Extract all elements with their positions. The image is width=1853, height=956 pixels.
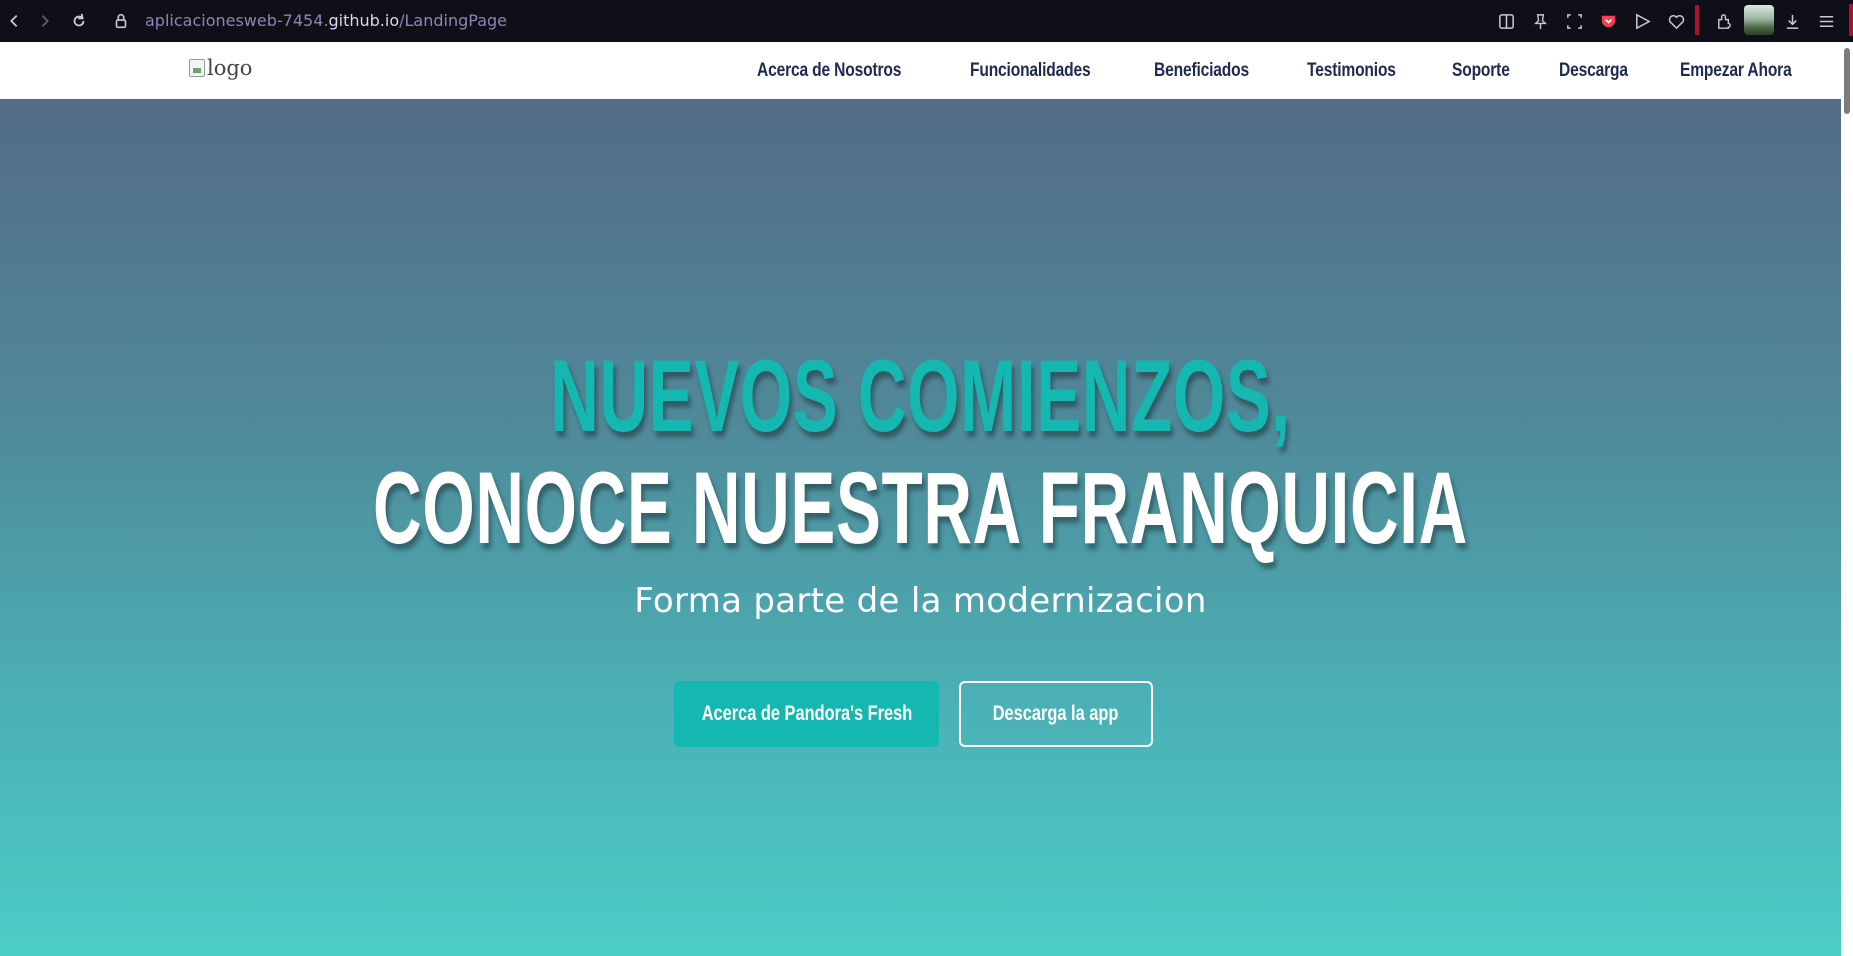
forward-icon[interactable] xyxy=(34,10,56,32)
logo[interactable]: logo xyxy=(189,56,252,80)
hero-section: NUEVOS COMIENZOS, CONOCE NUESTRA FRANQUI… xyxy=(0,99,1841,956)
page-viewport: logo Acerca de Nosotros Funcionalidades … xyxy=(0,42,1841,956)
split-view-icon[interactable] xyxy=(1494,9,1518,33)
address-bar[interactable]: aplicacionesweb-7454.github.io/LandingPa… xyxy=(145,10,507,32)
menu-icon[interactable] xyxy=(1814,9,1838,33)
nav-link-empezar[interactable]: Empezar Ahora xyxy=(1680,60,1792,82)
screenshot-icon[interactable] xyxy=(1562,9,1586,33)
nav-link-acerca[interactable]: Acerca de Nosotros xyxy=(757,60,901,82)
nav-link-testimonios[interactable]: Testimonios xyxy=(1307,60,1396,82)
page-scrollbar[interactable] xyxy=(1841,42,1853,956)
url-path: /LandingPage xyxy=(399,11,507,30)
nav-link-funcionalidades[interactable]: Funcionalidades xyxy=(970,60,1091,82)
url-prefix: aplicacionesweb-7454. xyxy=(145,11,329,30)
about-button-label: Acerca de Pandora's Fresh xyxy=(701,702,912,725)
download-app-button-label: Descarga la app xyxy=(993,702,1119,725)
scrollbar-thumb[interactable] xyxy=(1844,48,1850,114)
site-header: logo Acerca de Nosotros Funcionalidades … xyxy=(0,42,1841,99)
pocket-icon[interactable] xyxy=(1596,9,1620,33)
main-nav: Acerca de Nosotros Funcionalidades Benef… xyxy=(757,42,1841,99)
url-host: github.io xyxy=(328,11,400,30)
hero-title-line1: NUEVOS COMIENZOS, xyxy=(550,339,1291,453)
about-button[interactable]: Acerca de Pandora's Fresh xyxy=(674,681,939,747)
profile-avatar[interactable] xyxy=(1744,5,1774,35)
pin-icon[interactable] xyxy=(1528,9,1552,33)
toolbar-edge-accent xyxy=(1849,4,1853,36)
hero-title-line2: CONOCE NUESTRA FRANQUICIA xyxy=(373,451,1468,565)
lock-icon[interactable] xyxy=(110,10,132,32)
download-app-button[interactable]: Descarga la app xyxy=(959,681,1153,747)
nav-link-descarga[interactable]: Descarga xyxy=(1559,60,1628,82)
browser-toolbar: aplicacionesweb-7454.github.io/LandingPa… xyxy=(0,0,1853,42)
broken-image-icon xyxy=(189,59,205,77)
back-icon[interactable] xyxy=(3,10,25,32)
send-icon[interactable] xyxy=(1630,9,1654,33)
heart-icon[interactable] xyxy=(1664,9,1688,33)
download-icon[interactable] xyxy=(1780,9,1804,33)
toolbar-separator xyxy=(1695,5,1699,35)
logo-alt-text: logo xyxy=(207,56,253,80)
hero-subtitle: Forma parte de la modernizacion xyxy=(634,581,1207,621)
reload-icon[interactable] xyxy=(68,10,90,32)
nav-link-beneficiados[interactable]: Beneficiados xyxy=(1154,60,1249,82)
nav-link-soporte[interactable]: Soporte xyxy=(1452,60,1510,82)
extensions-icon[interactable] xyxy=(1712,9,1736,33)
